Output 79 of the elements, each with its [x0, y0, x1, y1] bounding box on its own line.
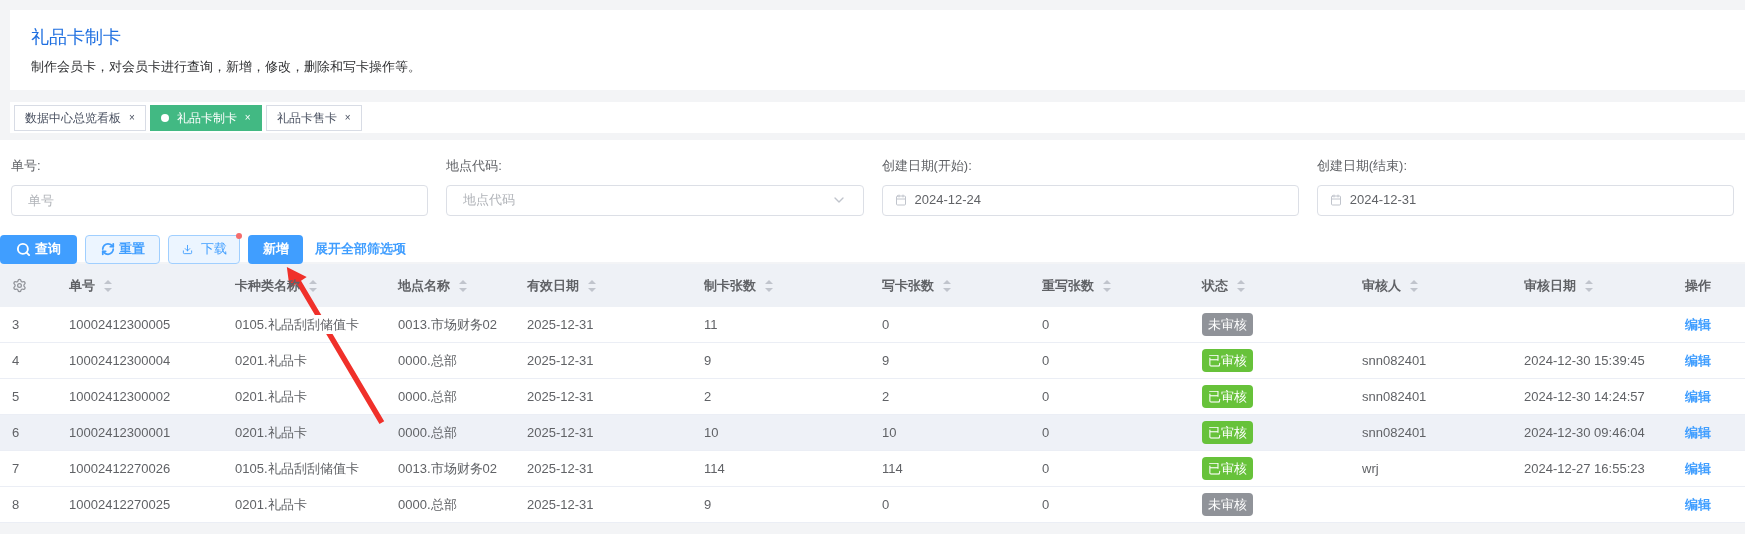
table-cell-text: 3	[11, 315, 21, 334]
search-icon	[16, 241, 31, 257]
sort-icon[interactable]	[458, 278, 468, 293]
table-cell-text: 6	[11, 423, 21, 442]
column-header: 审核人	[1362, 276, 1401, 295]
edit-link[interactable]: 编辑	[1685, 494, 1745, 515]
reset-button[interactable]: 重置	[85, 234, 160, 264]
page-tab[interactable]: 礼品卡售卡 ×	[265, 104, 362, 131]
table-cell-text: 5	[11, 387, 21, 406]
table-cell-text: wrj	[1362, 459, 1380, 478]
table-cell-text: 7	[11, 459, 21, 478]
sort-icon[interactable]	[1102, 278, 1112, 293]
filter-label: 创建日期(结束):	[1316, 157, 1409, 175]
column-header: 制卡张数	[704, 276, 756, 295]
select-field[interactable]: 地点代码	[446, 184, 864, 216]
column-header: 操作	[1685, 276, 1711, 295]
table-cell-text: 8	[11, 495, 21, 514]
table-cell-text: snn082401	[1362, 387, 1428, 406]
date-field[interactable]: 2024-12-24	[881, 184, 1299, 216]
text-field[interactable]: 单号	[11, 184, 429, 216]
table-cell-text: snn082401	[1362, 423, 1428, 442]
table-cell-text: snn082401	[1362, 351, 1428, 370]
edit-link[interactable]: 编辑	[1685, 350, 1745, 371]
table-cell-text: 4	[11, 351, 21, 370]
column-header: 写卡张数	[882, 276, 934, 295]
settings-icon[interactable]	[12, 278, 27, 293]
page-title: 礼品卡制卡	[31, 26, 122, 49]
page-description: 制作会员卡，对会员卡进行查询，新增，修改，删除和写卡操作等。	[31, 58, 422, 76]
sort-icon[interactable]	[764, 278, 774, 293]
status-tag: 已审核	[1202, 348, 1253, 373]
tab-close[interactable]: ×	[244, 110, 251, 125]
sort-icon[interactable]	[1236, 278, 1246, 293]
refresh-icon	[100, 242, 115, 256]
filter-label: 创建日期(开始):	[881, 157, 973, 175]
edit-link[interactable]: 编辑	[1685, 314, 1745, 335]
search-button[interactable]: 查询	[0, 234, 77, 264]
sort-icon[interactable]	[308, 278, 318, 293]
sort-icon[interactable]	[103, 278, 113, 293]
status-tag: 已审核	[1202, 420, 1253, 445]
edit-link[interactable]: 编辑	[1685, 458, 1745, 479]
tab-label: 礼品卡售卡	[276, 109, 337, 127]
table-cell-text: 2024-12-30 14:24:57	[1524, 387, 1646, 406]
sort-icon[interactable]	[942, 278, 952, 293]
table-cell-text: 2024-12-27 16:55:23	[1524, 459, 1646, 478]
column-header: 重写张数	[1042, 276, 1094, 295]
status-tag: 已审核	[1202, 456, 1253, 481]
column-header: 卡种类名称	[235, 276, 300, 295]
sort-icon[interactable]	[1584, 278, 1594, 293]
status-tag: 已审核	[1202, 384, 1253, 409]
tab-close[interactable]: ×	[129, 110, 135, 125]
column-header: 地点名称	[398, 276, 450, 295]
page-tab[interactable]: 礼品卡制卡 ×	[149, 104, 262, 131]
column-header: 单号	[69, 276, 95, 295]
sort-icon[interactable]	[587, 278, 597, 293]
table-row[interactable]: 6 10002412300001 0201.礼品卡 0000.总部 2025-12-31 10 10 0 已审核 snn082401 2024-12-30 09:46:04 编辑	[0, 415, 1745, 451]
calendar-icon	[894, 194, 907, 206]
filter-label: 地点代码:	[446, 157, 503, 175]
column-header: 状态	[1202, 276, 1228, 295]
add-button[interactable]: 新增	[248, 234, 303, 264]
sort-icon[interactable]	[1409, 278, 1419, 293]
status-tag: 未审核	[1202, 312, 1253, 337]
tab-label: 数据中心总览看板	[25, 109, 121, 127]
calendar-icon	[1329, 194, 1342, 206]
download-icon	[181, 243, 193, 255]
page-tab[interactable]: 数据中心总览看板 ×	[14, 104, 146, 131]
table-cell: 0105.礼品刮刮储值卡	[235, 314, 359, 335]
column-header: 审核日期	[1524, 276, 1576, 295]
status-tag: 未审核	[1202, 492, 1253, 517]
edit-link[interactable]: 编辑	[1685, 386, 1745, 407]
date-field[interactable]: 2024-12-31	[1316, 184, 1734, 216]
download-button[interactable]: 下载	[168, 234, 240, 264]
table-cell-text: 2024-12-30 15:39:45	[1524, 351, 1646, 370]
expand-filters-link[interactable]: 展开全部筛选项	[315, 239, 406, 259]
filter-label: 单号:	[11, 157, 42, 175]
column-header: 有效日期	[527, 276, 579, 295]
table-cell-text: 2024-12-30 09:46:04	[1524, 423, 1646, 442]
tab-close[interactable]: ×	[344, 110, 351, 125]
edit-link[interactable]: 编辑	[1685, 422, 1745, 443]
tab-label: 礼品卡制卡	[176, 109, 237, 127]
